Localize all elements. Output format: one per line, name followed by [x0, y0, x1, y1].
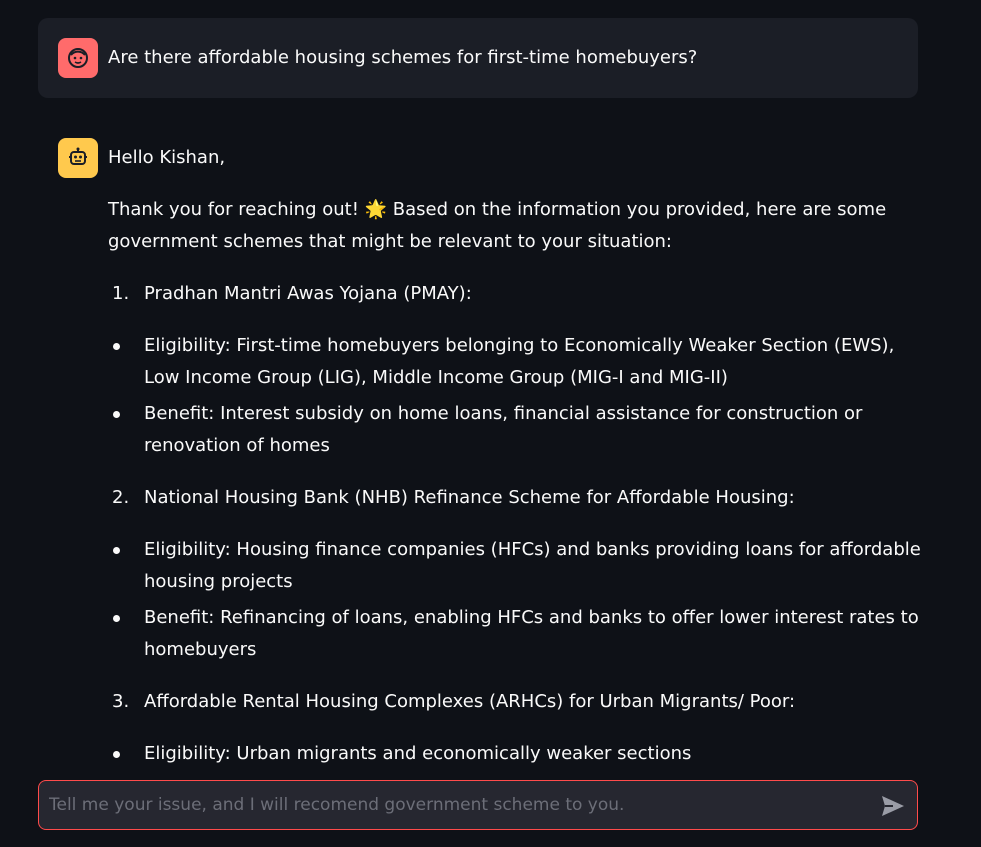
- scheme-number: 1.: [112, 283, 130, 304]
- bullet-item: Benefit: Refinancing of loans, enabling …: [108, 602, 928, 666]
- bullet-text: Eligibility: Housing finance companies (…: [144, 539, 921, 592]
- send-button[interactable]: [879, 792, 907, 820]
- scheme-bullets: Eligibility: Urban migrants and economic…: [108, 738, 928, 770]
- robot-icon: [69, 147, 87, 165]
- intro-text-start: Thank you for reaching out!: [108, 199, 365, 220]
- user-avatar: [58, 38, 98, 78]
- bullet-item: Benefit: Interest subsidy on home loans,…: [108, 398, 928, 462]
- bullet-text: Benefit: Interest subsidy on home loans,…: [144, 403, 863, 456]
- bullet-text: Benefit: Refinancing of loans, enabling …: [144, 607, 919, 660]
- bullet-dot-icon: [113, 615, 120, 622]
- assistant-avatar: [58, 138, 98, 178]
- bullet-item: Eligibility: Urban migrants and economic…: [108, 738, 928, 770]
- greeting-text: Hello Kishan,: [108, 147, 226, 168]
- bullet-dot-icon: [113, 547, 120, 554]
- scheme-title: National Housing Bank (NHB) Refinance Sc…: [144, 487, 795, 508]
- scheme-bullets: Eligibility: Housing finance companies (…: [108, 534, 928, 666]
- scheme-number: 2.: [112, 487, 130, 508]
- sun-emoji-icon: 🌟: [364, 199, 388, 220]
- chat-input[interactable]: [39, 781, 869, 829]
- scheme-item: 1. Pradhan Mantri Awas Yojana (PMAY):: [108, 278, 928, 310]
- bullet-item: Eligibility: First-time homebuyers belon…: [108, 330, 928, 394]
- scheme-title: Pradhan Mantri Awas Yojana (PMAY):: [144, 283, 472, 304]
- bullet-dot-icon: [113, 751, 120, 758]
- user-face-icon: [68, 48, 88, 68]
- scheme-title: Affordable Rental Housing Complexes (ARH…: [144, 691, 796, 712]
- user-message: Are there affordable housing schemes for…: [38, 18, 918, 98]
- user-message-text: Are there affordable housing schemes for…: [108, 47, 698, 68]
- scheme-item: 3. Affordable Rental Housing Complexes (…: [108, 686, 928, 718]
- assistant-message-body: Hello Kishan, Thank you for reaching out…: [108, 142, 928, 790]
- send-icon: [882, 796, 904, 816]
- bullet-dot-icon: [113, 343, 120, 350]
- scheme-bullets: Eligibility: First-time homebuyers belon…: [108, 330, 928, 462]
- scheme-item: 2. National Housing Bank (NHB) Refinance…: [108, 482, 928, 514]
- chat-input-container: [38, 780, 918, 830]
- chat-page: Are there affordable housing schemes for…: [0, 0, 981, 847]
- intro-paragraph: Thank you for reaching out! 🌟 Based on t…: [108, 194, 928, 258]
- bullet-item: Eligibility: Housing finance companies (…: [108, 534, 928, 598]
- bullet-text: Eligibility: Urban migrants and economic…: [144, 743, 692, 764]
- scheme-number: 3.: [112, 691, 130, 712]
- bullet-dot-icon: [113, 411, 120, 418]
- bullet-text: Eligibility: First-time homebuyers belon…: [144, 335, 895, 388]
